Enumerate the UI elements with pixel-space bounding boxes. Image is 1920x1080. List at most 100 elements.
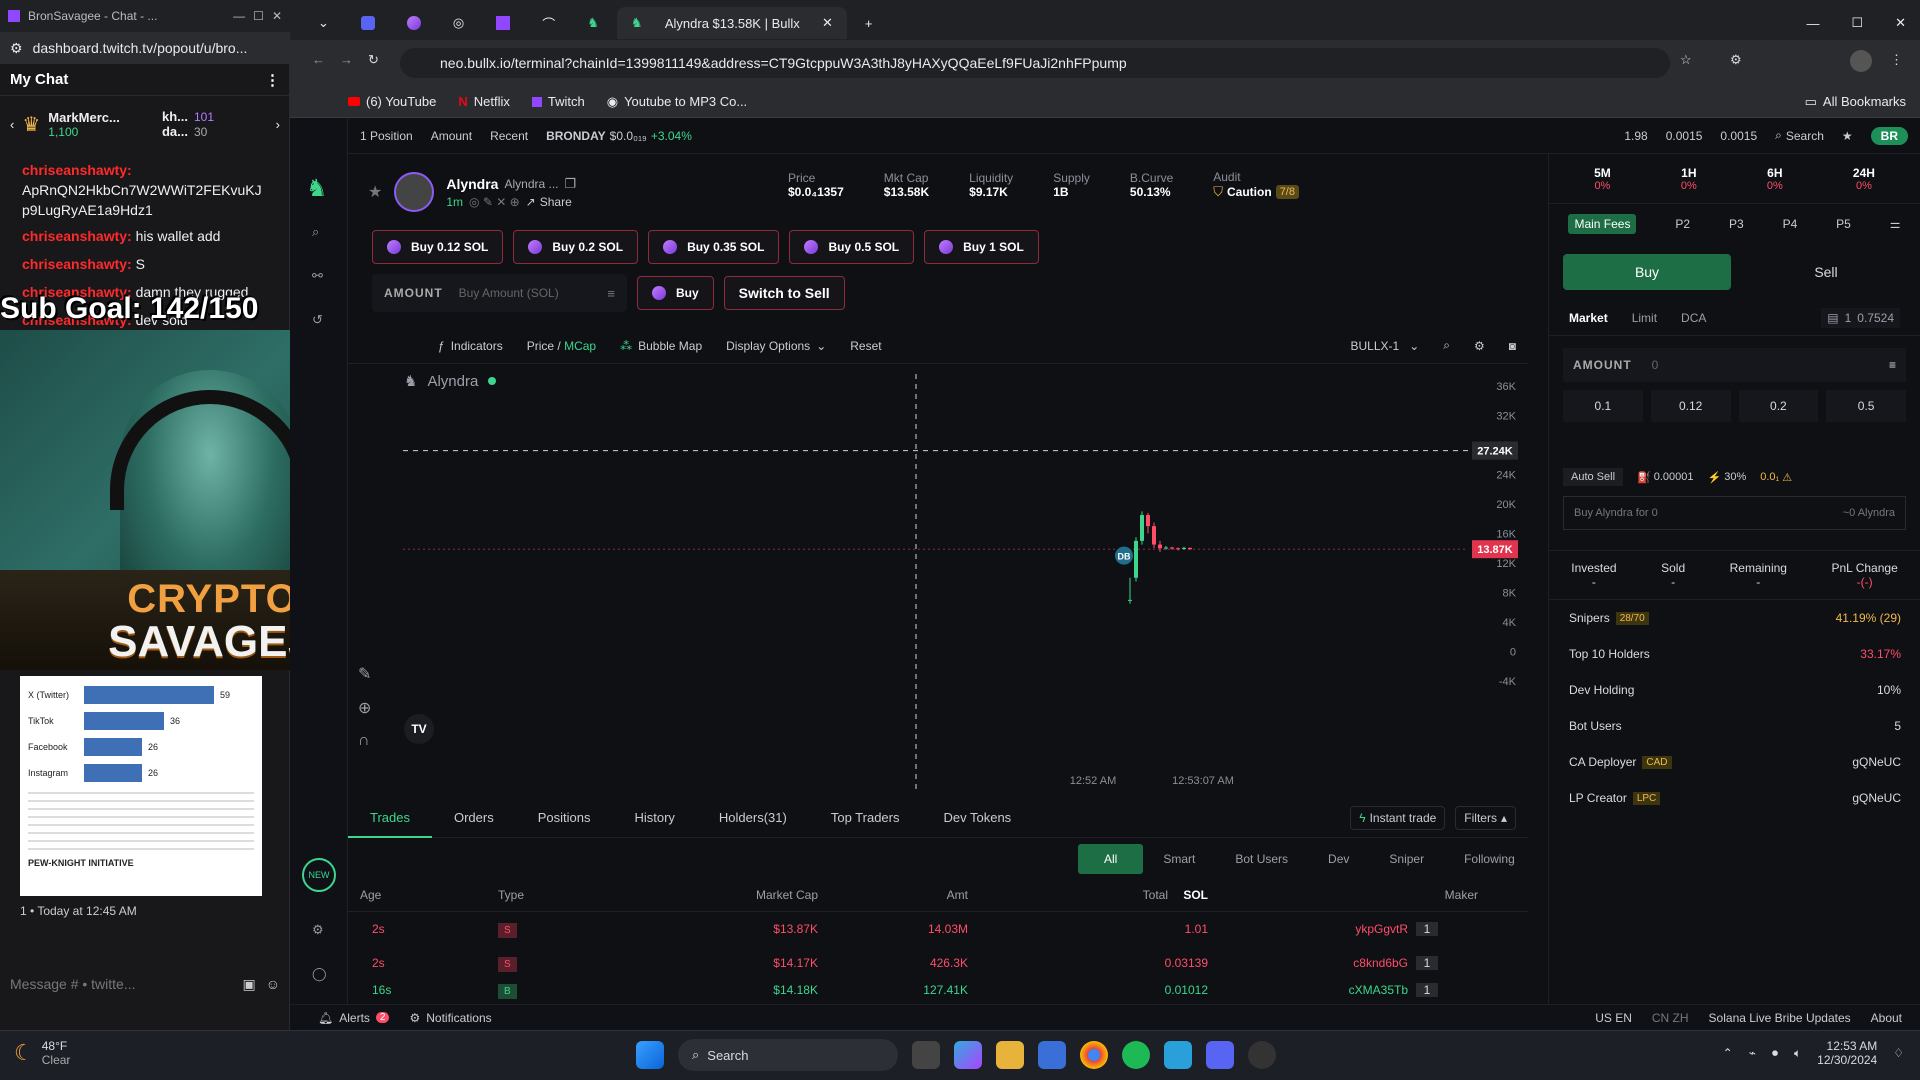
col-total[interactable]: Total: [968, 888, 1168, 902]
tab-history[interactable]: History: [612, 798, 696, 838]
reload-icon[interactable]: ↻: [368, 52, 379, 68]
menu-icon[interactable]: ≡: [1889, 358, 1896, 372]
extensions-icon[interactable]: ⚙: [1730, 52, 1742, 68]
tab-holders[interactable]: Holders(31): [697, 798, 809, 838]
search-icon[interactable]: ⌕: [312, 224, 319, 240]
indicators-button[interactable]: ƒ Indicators: [438, 339, 503, 353]
tab-limit[interactable]: Limit: [1632, 311, 1657, 325]
telegram-icon[interactable]: [1164, 1041, 1192, 1069]
chevron-left-icon[interactable]: ‹: [10, 117, 14, 132]
ticker-item[interactable]: BRONDAY $0.0₀₁₉ +3.04%: [546, 129, 692, 143]
tab-trades[interactable]: Trades: [348, 798, 432, 838]
reset-button[interactable]: Reset: [850, 339, 881, 353]
bullx-logo[interactable]: ♞: [306, 174, 328, 203]
amount-field[interactable]: AMOUNT 0 ≡: [1563, 348, 1906, 382]
stat-ca-deployer[interactable]: CA Deployer CAD gQNeUC: [1549, 744, 1920, 780]
task-view-icon[interactable]: [912, 1041, 940, 1069]
tab-market[interactable]: Market: [1569, 311, 1608, 325]
tab-dca[interactable]: DCA: [1681, 311, 1706, 325]
tab-top-traders[interactable]: Top Traders: [809, 798, 922, 838]
bookmark-youtube[interactable]: (6) YouTube: [348, 94, 436, 109]
store-icon[interactable]: [1038, 1041, 1066, 1069]
recent-tab[interactable]: Recent: [490, 129, 528, 143]
taskbar-search[interactable]: ⌕ Search: [678, 1039, 898, 1071]
pinned-tab[interactable]: [393, 7, 435, 39]
active-tab[interactable]: ♞ Alyndra $13.58K | Bullx ✕: [616, 7, 847, 39]
bookmark-star-icon[interactable]: ☆: [1680, 52, 1692, 68]
pinned-tab[interactable]: ◎: [439, 7, 478, 39]
stat-audit[interactable]: Audit ⛉ Caution 7/8: [1213, 170, 1299, 200]
notification-bell-icon[interactable]: ♢: [1893, 1046, 1904, 1060]
social-icons[interactable]: ◎ ✎ ✕ ⊕: [469, 195, 520, 209]
priority-setting[interactable]: 0.0₁ ⚠: [1760, 471, 1792, 484]
sliders-icon[interactable]: ⚌: [1890, 217, 1901, 231]
history-icon[interactable]: ↺: [312, 312, 323, 328]
chevron-right-icon[interactable]: ›: [276, 117, 280, 132]
amount-value[interactable]: 0: [1652, 358, 1869, 372]
region-badge[interactable]: BR: [1870, 126, 1908, 145]
mic-icon[interactable]: ⏺: [1772, 1046, 1778, 1061]
tab-orders[interactable]: Orders: [432, 798, 516, 838]
filter-sniper[interactable]: Sniper: [1369, 852, 1444, 866]
token-avatar[interactable]: [394, 172, 435, 212]
quick-buy-button[interactable]: Buy 0.2 SOL: [513, 230, 639, 264]
buy-toggle[interactable]: Buy: [1563, 254, 1731, 290]
stat-snipers[interactable]: Snipers 28/70 41.19% (29): [1549, 600, 1920, 636]
pinned-tab[interactable]: [347, 7, 389, 39]
zoom-search-icon[interactable]: ⌕: [1443, 338, 1450, 353]
tab-list-button[interactable]: ⌄: [304, 7, 343, 39]
instant-trade-button[interactable]: ϟ Instant trade: [1350, 805, 1446, 830]
bookmark-ytmp3[interactable]: ◉ Youtube to MP3 Co...: [607, 94, 747, 110]
filter-dev[interactable]: Dev: [1308, 852, 1369, 866]
preset-p4[interactable]: P4: [1783, 217, 1798, 231]
profile-avatar[interactable]: [1850, 50, 1872, 72]
chart-source-dropdown[interactable]: BULLX-1 ⌄: [1350, 339, 1419, 353]
filter-bot-users[interactable]: Bot Users: [1215, 852, 1308, 866]
menu-icon[interactable]: ⋮: [1890, 52, 1903, 68]
maximize-icon[interactable]: ☐: [1837, 7, 1877, 39]
search-button[interactable]: ⌕ Search: [1775, 128, 1824, 143]
url-input[interactable]: neo.bullx.io/terminal?chainId=1399811149…: [400, 48, 1670, 78]
settings-icon[interactable]: ⚙: [312, 922, 324, 938]
close-icon[interactable]: ✕: [1881, 7, 1920, 39]
notifications-button[interactable]: ⚙ Notifications: [409, 1011, 491, 1025]
shared-image-card[interactable]: X (Twitter) 59 TikTok 36 Facebook 26 Instag…: [20, 676, 262, 896]
auto-sell-toggle[interactable]: Auto Sell: [1563, 468, 1624, 486]
table-row[interactable]: 2s S $13.87K 14.03M 1.01 ykpGgvtR 1: [348, 912, 1528, 946]
camera-icon[interactable]: ◙: [1509, 339, 1516, 353]
share-button[interactable]: ↗ Share: [526, 195, 572, 209]
copy-icon[interactable]: ❐: [565, 176, 577, 192]
maximize-icon[interactable]: ☐: [253, 9, 264, 23]
menu-icon[interactable]: ≡: [607, 286, 615, 301]
timeframe-24h[interactable]: 24H 0%: [1853, 166, 1875, 192]
filter-smart[interactable]: Smart: [1143, 852, 1215, 866]
tab-dev-tokens[interactable]: Dev Tokens: [922, 798, 1034, 838]
new-badge-icon[interactable]: NEW: [302, 858, 336, 892]
row-maker[interactable]: c8knd6bG: [1208, 956, 1408, 970]
amount-preset[interactable]: 0.2: [1738, 390, 1819, 422]
price-mcap-toggle[interactable]: Price / MCap: [527, 339, 596, 353]
stat-lp-creator[interactable]: LP Creator LPC gQNeUC: [1549, 780, 1920, 816]
quick-buy-button[interactable]: Buy 0.5 SOL: [789, 230, 915, 264]
bookmark-twitch[interactable]: Twitch: [531, 94, 585, 109]
emoji-icon[interactable]: ☺: [266, 976, 280, 992]
volume-icon[interactable]: 🔈︎: [1794, 1046, 1801, 1061]
filters-button[interactable]: Filters ▴: [1455, 805, 1516, 830]
quick-buy-button[interactable]: Buy 0.12 SOL: [372, 230, 504, 264]
network-icon[interactable]: ⌁: [1749, 1046, 1756, 1060]
display-options-dropdown[interactable]: Display Options ⌄: [726, 339, 826, 353]
bookmark-netflix[interactable]: N Netflix: [458, 94, 510, 109]
forward-icon[interactable]: →: [340, 52, 353, 67]
row-maker[interactable]: ykpGgvtR: [1208, 922, 1408, 936]
account-icon[interactable]: ◯: [312, 966, 327, 982]
file-explorer-icon[interactable]: [996, 1041, 1024, 1069]
buy-submit[interactable]: Buy Alyndra for 0 ~0 Alyndra: [1563, 496, 1906, 530]
preset-p5[interactable]: P5: [1836, 217, 1851, 231]
lang-en[interactable]: US EN: [1595, 1011, 1632, 1025]
close-icon[interactable]: ✕: [272, 9, 282, 23]
col-sol[interactable]: SOL: [1168, 888, 1208, 902]
bubble-map-button[interactable]: ⁂ Bubble Map: [620, 339, 702, 353]
quick-buy-button[interactable]: Buy 0.35 SOL: [648, 230, 780, 264]
quick-buy-button[interactable]: Buy 1 SOL: [924, 230, 1039, 264]
chat-username[interactable]: chriseanshawty:: [22, 162, 132, 178]
